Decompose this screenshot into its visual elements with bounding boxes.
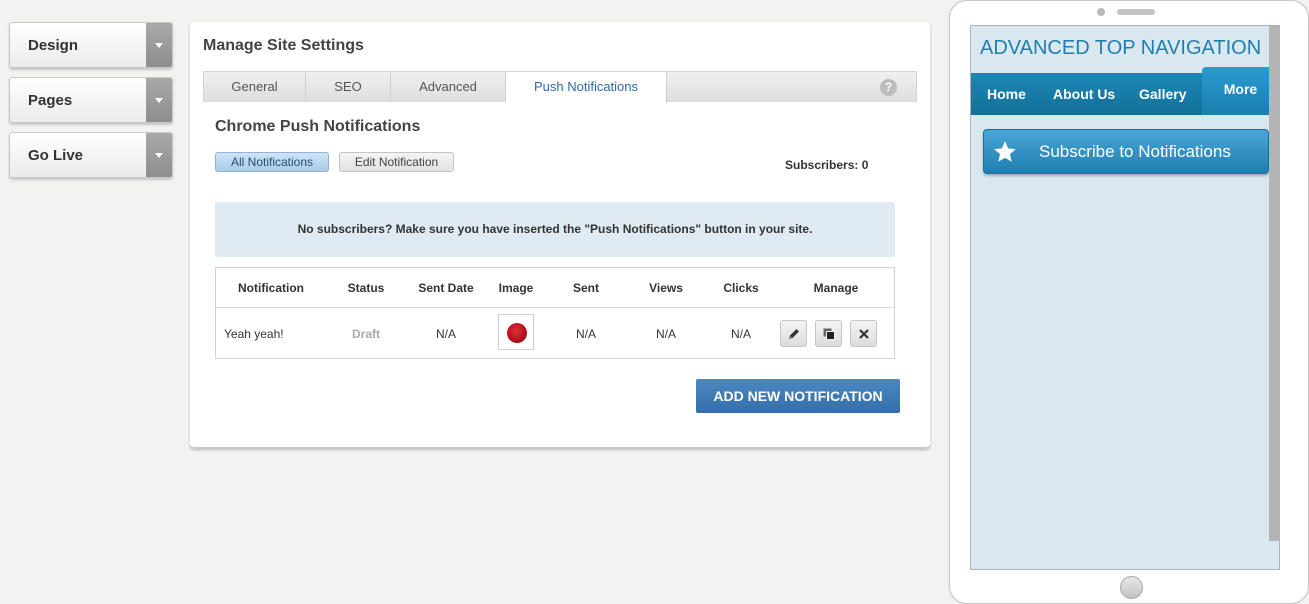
camera-icon xyxy=(1097,8,1105,16)
column-header: Image xyxy=(498,281,534,295)
table-row: Yeah yeah! Draft N/A N/A N/A N/A xyxy=(216,309,894,358)
preview-site-title: ADVANCED TOP NAVIGATION xyxy=(980,37,1262,59)
tab-seo[interactable]: SEO xyxy=(306,72,391,102)
help-icon[interactable]: ? xyxy=(880,79,897,96)
notification-name: Yeah yeah! xyxy=(224,327,284,341)
mobile-preview: ADVANCED TOP NAVIGATION Home About Us Ga… xyxy=(949,0,1309,604)
sidebar-item-label: Pages xyxy=(28,92,73,109)
sidebar-item-pages[interactable]: Pages xyxy=(9,77,173,123)
sidebar-item-design[interactable]: Design xyxy=(9,22,173,68)
status-badge: Draft xyxy=(351,327,380,341)
info-message: No subscribers? Make sure you have inser… xyxy=(215,202,895,257)
duplicate-button[interactable] xyxy=(815,320,842,347)
chevron-down-icon[interactable] xyxy=(146,23,172,67)
column-header: Manage xyxy=(813,281,859,295)
rose-icon xyxy=(507,323,527,343)
pencil-icon xyxy=(789,329,799,339)
section-title: Chrome Push Notifications xyxy=(215,118,421,135)
chevron-down-icon[interactable] xyxy=(146,133,172,177)
sent-value: N/A xyxy=(575,327,596,341)
delete-button[interactable] xyxy=(850,320,877,347)
table-header-row: Notification Status Sent Date Image Sent… xyxy=(216,268,894,308)
preview-nav-about-us[interactable]: About Us xyxy=(1053,73,1115,115)
subscribe-button[interactable]: Subscribe to Notifications xyxy=(983,129,1269,174)
notifications-table: Notification Status Sent Date Image Sent… xyxy=(215,267,895,359)
preview-scrollbar[interactable] xyxy=(1269,26,1279,541)
clicks-value: N/A xyxy=(730,327,751,341)
tab-general[interactable]: General xyxy=(204,72,306,102)
sidebar-item-go-live[interactable]: Go Live xyxy=(9,132,173,178)
column-header: Views xyxy=(649,281,683,295)
speaker-icon xyxy=(1117,9,1155,15)
copy-icon xyxy=(823,328,835,340)
add-new-notification-button[interactable]: ADD NEW NOTIFICATION xyxy=(696,379,900,413)
sidebar-item-label: Go Live xyxy=(28,147,84,164)
preview-screen: ADVANCED TOP NAVIGATION Home About Us Ga… xyxy=(970,25,1280,570)
preview-nav-gallery[interactable]: Gallery xyxy=(1139,73,1186,115)
views-value: N/A xyxy=(655,327,676,341)
column-header: Sent xyxy=(572,281,599,295)
sent-date-value: N/A xyxy=(435,327,456,341)
edit-button[interactable] xyxy=(780,320,807,347)
edit-notification-button[interactable]: Edit Notification xyxy=(339,152,454,172)
notification-image xyxy=(498,314,534,350)
column-header: Sent Date xyxy=(418,281,474,295)
settings-tabs: General SEO Advanced Push Notifications … xyxy=(203,71,917,103)
subscribe-button-label: Subscribe to Notifications xyxy=(1039,142,1231,161)
preview-nav-home[interactable]: Home xyxy=(987,73,1026,115)
column-header: Notification xyxy=(238,281,304,295)
tab-advanced[interactable]: Advanced xyxy=(391,72,506,102)
column-header: Status xyxy=(347,281,385,295)
tab-push-notifications[interactable]: Push Notifications xyxy=(506,72,667,103)
sidebar-item-label: Design xyxy=(28,37,79,54)
close-icon xyxy=(859,329,869,339)
settings-panel: Manage Site Settings General SEO Advance… xyxy=(190,22,930,449)
home-button-icon xyxy=(1120,576,1143,599)
star-icon xyxy=(994,141,1016,162)
subscriber-count: Subscribers: 0 xyxy=(785,158,869,172)
chevron-down-icon[interactable] xyxy=(146,78,172,122)
column-header: Clicks xyxy=(723,281,759,295)
preview-nav-more[interactable]: More xyxy=(1202,67,1279,115)
page-title: Manage Site Settings xyxy=(203,37,364,54)
all-notifications-button[interactable]: All Notifications xyxy=(215,152,329,172)
